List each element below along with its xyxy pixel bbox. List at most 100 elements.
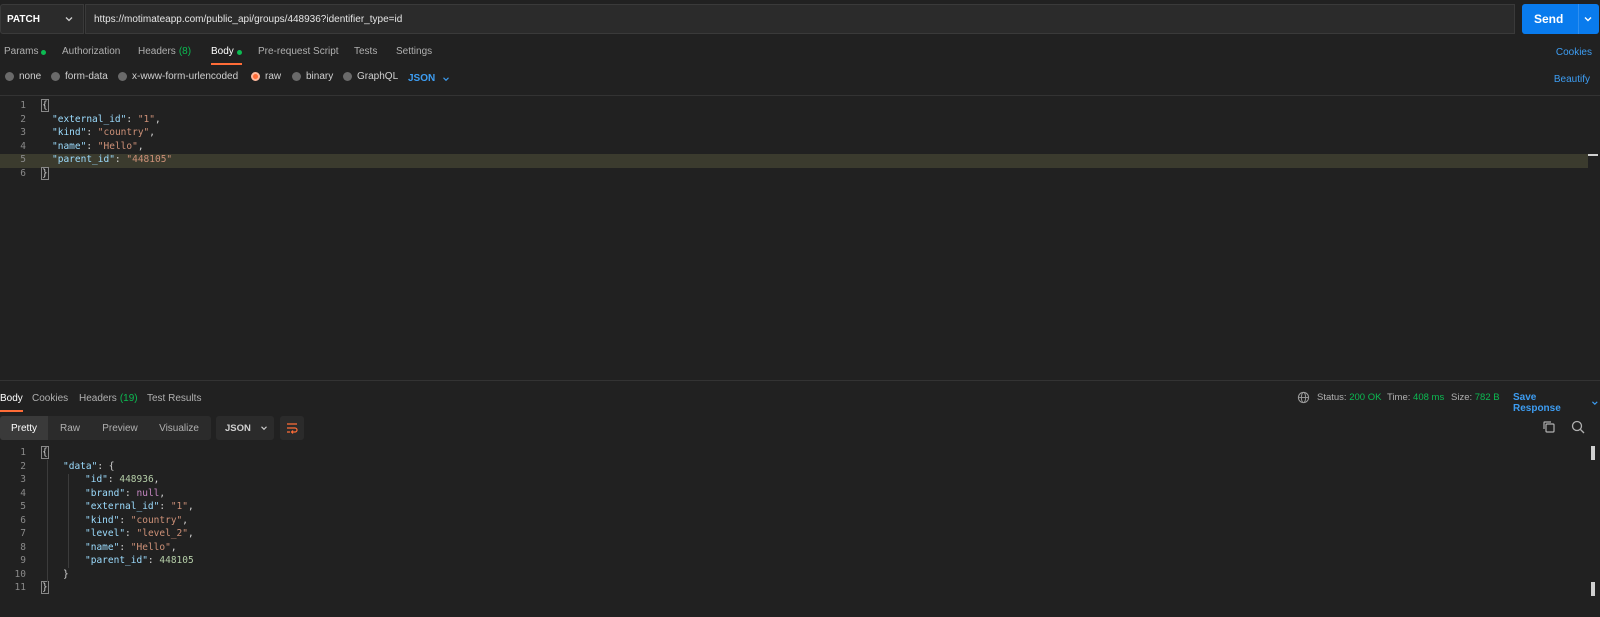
tab-authorization-label: Authorization [62, 46, 121, 57]
response-body-viewer[interactable]: 1 { 2 "data": { 3 "id": 448936, 4 "brand… [0, 446, 1600, 607]
line-number: 6 [20, 514, 26, 526]
json-key: "name" [85, 541, 120, 553]
send-divider [1578, 4, 1579, 34]
line-number: 4 [20, 140, 26, 152]
response-tab-test-results[interactable]: Test Results [147, 388, 201, 410]
status-value[interactable]: 200 OK [1349, 392, 1381, 403]
json-value: null [136, 487, 160, 499]
tab-headers[interactable]: Headers (8) [138, 41, 191, 63]
size-label: Size: [1451, 392, 1473, 403]
json-key: "id" [85, 474, 108, 485]
json-value: "Hello" [130, 541, 171, 553]
pane-divider[interactable] [0, 380, 1600, 381]
tab-settings-label: Settings [396, 46, 433, 57]
status-label: Status: [1317, 392, 1347, 403]
radio-raw[interactable]: raw [251, 71, 281, 82]
response-tab-body[interactable]: Body [0, 388, 23, 412]
tab-settings[interactable]: Settings [396, 41, 432, 63]
tab-tests[interactable]: Tests [354, 41, 377, 63]
view-raw[interactable]: Raw [52, 416, 88, 440]
tab-pre-request-script[interactable]: Pre-request Script [258, 41, 339, 63]
brace: { [41, 446, 49, 459]
radio-form-data[interactable]: form-data [51, 71, 108, 82]
line-number: 11 [14, 582, 26, 593]
code-line: 10 } [0, 569, 1588, 583]
view-pretty[interactable]: Pretty [0, 416, 48, 440]
radio-graphql[interactable]: GraphQL [343, 71, 398, 82]
line-number: 3 [20, 127, 26, 138]
tab-body[interactable]: Body [211, 41, 242, 65]
line-number: 10 [14, 568, 26, 580]
json-value: "448105" [126, 154, 173, 165]
response-format-dropdown[interactable]: JSON [216, 416, 274, 440]
headers-count: (8) [178, 46, 192, 57]
radio-circle [5, 72, 14, 81]
code-text: } [41, 166, 49, 180]
code-text: } [41, 581, 49, 594]
format-dropdown[interactable]: JSON [408, 73, 451, 84]
wrap-lines-button[interactable] [280, 416, 304, 440]
json-value: "level_2" [136, 528, 188, 539]
json-key: "brand" [85, 487, 126, 499]
view-preview-label: Preview [102, 422, 138, 434]
view-mode-group: Pretty Raw Preview Visualize [0, 416, 211, 440]
code-line: 8 "name": "Hello", [0, 542, 1588, 556]
radio-raw-label: raw [265, 71, 282, 82]
json-value: "Hello" [97, 140, 138, 152]
search-icon[interactable] [1570, 419, 1586, 435]
json-value: "country" [97, 127, 150, 138]
json-value: "1" [170, 501, 188, 512]
chevron-down-icon [443, 76, 450, 81]
scrollbar-thumb[interactable] [1591, 446, 1595, 460]
method-select[interactable]: PATCH [0, 4, 84, 34]
line-number: 2 [20, 113, 26, 125]
tab-authorization[interactable]: Authorization [62, 41, 120, 63]
send-button[interactable]: Send [1522, 4, 1599, 34]
line-number: 9 [20, 555, 26, 566]
url-input[interactable]: https://motimateapp.com/public_api/group… [85, 4, 1515, 34]
request-body-editor[interactable]: 1 { 2 "external_id": "1", 3 "kind": "cou… [0, 99, 1600, 375]
radio-urlencoded-label: x-www-form-urlencoded [132, 71, 239, 82]
json-key: "kind" [52, 127, 87, 138]
copy-icon[interactable] [1541, 419, 1557, 435]
body-indicator-dot [236, 50, 242, 55]
chevron-down-icon[interactable] [1582, 13, 1594, 25]
response-tab-headers[interactable]: Headers (19) [79, 388, 138, 410]
line-number: 7 [20, 528, 26, 539]
radio-urlencoded[interactable]: x-www-form-urlencoded [118, 71, 238, 82]
radio-circle [343, 72, 352, 81]
code-line: 2 "data": { [0, 461, 1588, 475]
code-text: "name": "Hello", [85, 541, 177, 553]
code-line: 11 } [0, 581, 1588, 596]
body-type-selector: none form-data x-www-form-urlencoded raw… [0, 71, 1600, 89]
size-value[interactable]: 782 B [1475, 392, 1500, 403]
view-visualize[interactable]: Visualize [152, 416, 206, 440]
response-format-label: JSON [225, 422, 251, 434]
code-text: "external_id": "1", [85, 501, 194, 512]
line-number: 6 [20, 167, 26, 179]
active-tab-underline [0, 410, 23, 412]
line-number: 8 [20, 541, 26, 553]
radio-none[interactable]: none [5, 71, 41, 82]
tab-params[interactable]: Params [4, 41, 47, 63]
line-number: 4 [20, 487, 26, 499]
code-line: 7 "level": "level_2", [0, 528, 1588, 542]
save-response-button[interactable]: Save Response [1513, 392, 1600, 414]
json-key: "name" [52, 140, 87, 152]
response-tab-body-label: Body [0, 393, 23, 404]
code-line: 1 { [0, 446, 1588, 461]
response-tab-cookies[interactable]: Cookies [32, 388, 68, 410]
json-key: "parent_id" [85, 555, 148, 566]
beautify-link[interactable]: Beautify [1554, 74, 1590, 85]
radio-binary[interactable]: binary [292, 71, 333, 82]
tab-pre-request-label: Pre-request Script [258, 46, 339, 57]
json-value: "1" [137, 113, 155, 125]
cookies-link[interactable]: Cookies [1556, 47, 1592, 58]
response-time: Time: 408 ms [1387, 392, 1444, 403]
url-bar: PATCH https://motimateapp.com/public_api… [0, 4, 1600, 34]
radio-circle [118, 72, 127, 81]
globe-icon[interactable] [1297, 391, 1310, 404]
time-value[interactable]: 408 ms [1413, 392, 1444, 403]
view-preview[interactable]: Preview [96, 416, 144, 440]
scrollbar-thumb[interactable] [1591, 582, 1595, 596]
